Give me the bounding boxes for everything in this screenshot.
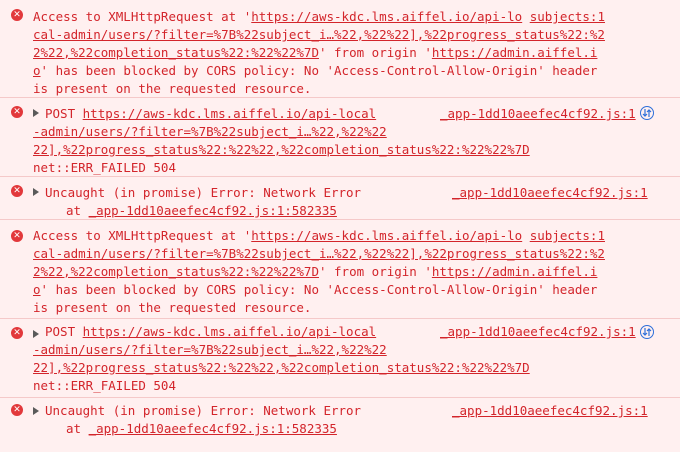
stack-frame-link[interactable]: _app-1dd10aeefec4cf92.js:1:582335: [89, 421, 337, 436]
request-url-link[interactable]: https://aws-kdc.lms.aiffel.io/api-local: [83, 324, 377, 339]
console-error-entry[interactable]: ✕ Uncaught (in promise) Error: Network E…: [0, 399, 680, 452]
source-link[interactable]: _app-1dd10aeefec4cf92.js:1: [452, 184, 648, 202]
origin-link[interactable]: o: [33, 282, 41, 297]
error-circle-icon: ✕: [11, 9, 23, 21]
expand-triangle-icon[interactable]: [33, 109, 39, 117]
console-network-error-entry[interactable]: ✕ POST https://aws-kdc.lms.aiffel.io/api…: [0, 99, 680, 177]
message-line: 22],%22progress_status%22:%22%22,%22comp…: [33, 141, 530, 159]
console-panel: ✕ Access to XMLHttpRequest at 'https://a…: [0, 0, 680, 452]
expand-triangle-icon[interactable]: [33, 407, 39, 415]
request-url-link[interactable]: 22],%22progress_status%22:%22%22,%22comp…: [33, 360, 530, 375]
message-line: 2%22,%22completion_status%22:%22%22%7D' …: [33, 264, 598, 279]
message-line: POST https://aws-kdc.lms.aiffel.io/api-l…: [45, 106, 377, 121]
source-link[interactable]: subjects:1: [530, 228, 605, 243]
request-url-link[interactable]: 22],%22progress_status%22:%22%22,%22comp…: [33, 142, 530, 157]
network-request-icon[interactable]: [640, 325, 654, 339]
request-url-link[interactable]: 2%22,%22completion_status%22:%22%22%7D: [33, 45, 319, 60]
request-url-link[interactable]: -admin/users/?filter=%7B%22subject_i…%22…: [33, 342, 387, 357]
message-line: -admin/users/?filter=%7B%22subject_i…%22…: [33, 341, 387, 359]
stack-frame: at _app-1dd10aeefec4cf92.js:1:582335: [66, 421, 337, 436]
stack-frame-link[interactable]: _app-1dd10aeefec4cf92.js:1:582335: [89, 203, 337, 218]
source-link[interactable]: subjects:1: [530, 9, 605, 24]
request-url-link[interactable]: https://aws-kdc.lms.aiffel.io/api-local: [83, 106, 377, 121]
error-message: Uncaught (in promise) Error: Network Err…: [45, 185, 362, 200]
request-url-link[interactable]: https://aws-kdc.lms.aiffel.io/api-lo: [251, 228, 522, 243]
message-line: Access to XMLHttpRequest at 'https://aws…: [33, 9, 605, 24]
error-circle-icon: ✕: [11, 404, 23, 416]
message-line: -admin/users/?filter=%7B%22subject_i…%22…: [33, 123, 387, 141]
console-error-entry[interactable]: ✕ Uncaught (in promise) Error: Network E…: [0, 178, 680, 220]
message-line: 22],%22progress_status%22:%22%22,%22comp…: [33, 359, 530, 377]
error-circle-icon: ✕: [11, 327, 23, 339]
source-link[interactable]: _app-1dd10aeefec4cf92.js:1: [440, 105, 636, 123]
expand-triangle-icon[interactable]: [33, 188, 39, 196]
message-line: is present on the requested resource.: [33, 81, 312, 96]
status-text: net::ERR_FAILED 504: [33, 160, 176, 175]
message-line: 2%22,%22completion_status%22:%22%22%7D' …: [33, 45, 598, 60]
console-network-error-entry[interactable]: ✕ POST https://aws-kdc.lms.aiffel.io/api…: [0, 320, 680, 398]
message-line: o' has been blocked by CORS policy: No '…: [33, 63, 598, 78]
source-link[interactable]: _app-1dd10aeefec4cf92.js:1: [452, 402, 648, 420]
console-error-entry[interactable]: ✕ Access to XMLHttpRequest at 'https://a…: [0, 221, 680, 319]
request-url-link[interactable]: -admin/users/?filter=%7B%22subject_i…%22…: [33, 124, 387, 139]
error-circle-icon: ✕: [11, 185, 23, 197]
request-url-link[interactable]: 2%22,%22completion_status%22:%22%22%7D: [33, 264, 319, 279]
origin-link[interactable]: https://admin.aiffel.i: [432, 264, 598, 279]
message-line: cal-admin/users/?filter=%7B%22subject_i……: [33, 245, 605, 263]
request-url-link[interactable]: cal-admin/users/?filter=%7B%22subject_i……: [33, 246, 605, 261]
request-url-link[interactable]: cal-admin/users/?filter=%7B%22subject_i……: [33, 27, 605, 42]
origin-link[interactable]: o: [33, 63, 41, 78]
status-text: net::ERR_FAILED 504: [33, 378, 176, 393]
origin-link[interactable]: https://admin.aiffel.i: [432, 45, 598, 60]
message-line: POST https://aws-kdc.lms.aiffel.io/api-l…: [45, 324, 377, 339]
network-request-icon[interactable]: [640, 106, 654, 120]
message-line: Access to XMLHttpRequest at 'https://aws…: [33, 228, 605, 243]
error-circle-icon: ✕: [11, 106, 23, 118]
source-link[interactable]: _app-1dd10aeefec4cf92.js:1: [440, 323, 636, 341]
stack-frame: at _app-1dd10aeefec4cf92.js:1:582335: [66, 203, 337, 218]
message-line: o' has been blocked by CORS policy: No '…: [33, 282, 598, 297]
expand-triangle-icon[interactable]: [33, 330, 39, 338]
message-line: is present on the requested resource.: [33, 300, 312, 315]
request-url-link[interactable]: https://aws-kdc.lms.aiffel.io/api-lo: [251, 9, 522, 24]
error-message: Uncaught (in promise) Error: Network Err…: [45, 403, 362, 418]
console-error-entry[interactable]: ✕ Access to XMLHttpRequest at 'https://a…: [0, 0, 680, 98]
error-circle-icon: ✕: [11, 230, 23, 242]
message-line: cal-admin/users/?filter=%7B%22subject_i……: [33, 26, 605, 44]
